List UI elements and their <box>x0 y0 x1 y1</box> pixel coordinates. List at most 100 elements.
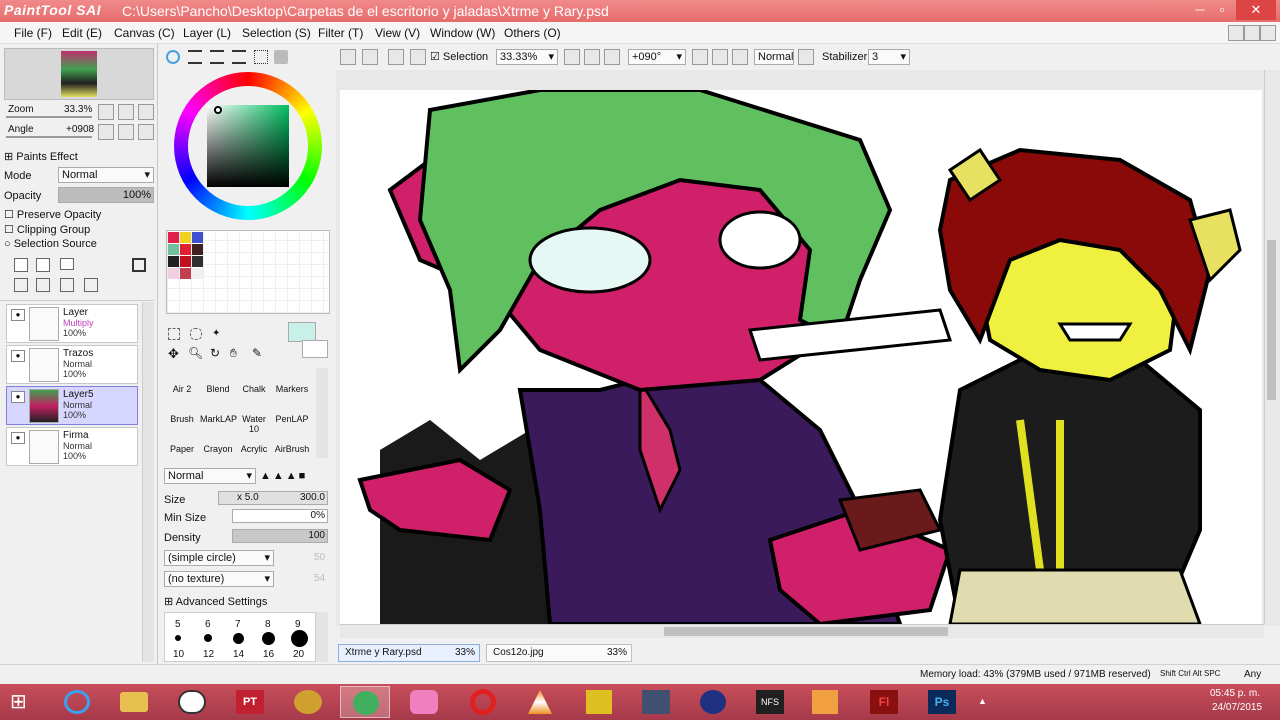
brush-acrylic[interactable]: Acrylic <box>236 444 272 454</box>
merge-down-icon[interactable] <box>36 278 50 292</box>
opera-icon[interactable] <box>470 689 496 715</box>
brush-marklap[interactable]: MarkLAP <box>200 414 237 424</box>
swatches-tab-icon[interactable] <box>254 50 268 64</box>
color-swatch[interactable] <box>180 268 191 279</box>
layer-list-scrollbar[interactable] <box>142 302 154 662</box>
color-swatch[interactable] <box>180 232 191 243</box>
new-layer-icon[interactable] <box>14 258 28 272</box>
texture-select[interactable]: (no texture) ▾ <box>164 571 274 587</box>
eye-icon[interactable]: ● <box>11 391 25 403</box>
zoom-select[interactable]: 33.33% ▾ <box>496 49 558 65</box>
mdi-restore-button[interactable] <box>1244 25 1260 41</box>
maximize-button[interactable]: ▫ <box>1208 0 1236 20</box>
preset-dot[interactable] <box>262 632 275 645</box>
redo-button[interactable] <box>362 49 378 65</box>
color-swatch[interactable] <box>168 232 179 243</box>
brush-shape-buttons[interactable]: ▲▲▲■ <box>260 470 328 484</box>
menu-layer[interactable]: Layer (L) <box>183 26 231 40</box>
drawing-canvas[interactable] <box>340 90 1262 624</box>
video-icon[interactable] <box>812 690 838 714</box>
navigator-preview[interactable] <box>4 48 154 100</box>
min-size-slider[interactable]: 0% <box>232 509 328 523</box>
blend-mode-select[interactable]: Normal ▾ <box>58 167 154 183</box>
archive-icon[interactable] <box>586 690 612 714</box>
brush-water[interactable]: Water 10 <box>236 414 272 434</box>
blend-select[interactable]: Normal <box>754 49 794 65</box>
swatch-grid[interactable] <box>166 230 330 314</box>
advanced-settings-toggle[interactable]: ⊞ Advanced Settings <box>164 595 267 608</box>
layer-item[interactable]: ● Trazos Normal 100% <box>6 345 138 384</box>
hand-tool-icon[interactable]: ✋︎ <box>230 346 237 361</box>
app-icon[interactable] <box>294 690 322 714</box>
eye-icon[interactable]: ● <box>11 350 25 362</box>
rotate-reset-button[interactable] <box>732 49 748 65</box>
new-linework-layer-icon[interactable] <box>36 258 50 272</box>
color-wheel-tab-icon[interactable] <box>166 50 180 64</box>
chat-icon[interactable] <box>178 690 206 714</box>
zoom-fit-button[interactable] <box>604 49 620 65</box>
magic-wand-icon[interactable]: ✦ <box>212 328 224 340</box>
color-swatch[interactable] <box>180 244 191 255</box>
color-swatch[interactable] <box>168 256 179 267</box>
presets-scrollbar[interactable] <box>316 612 328 662</box>
media-icon[interactable] <box>700 690 726 714</box>
size-multiplier[interactable]: x 5.0 <box>237 492 259 503</box>
menu-canvas[interactable]: Canvas (C) <box>114 26 175 40</box>
layer-item[interactable]: ● Layer Multiply 100% <box>6 304 138 343</box>
selection-source-radio[interactable]: ○ Selection Source <box>4 238 97 250</box>
density-slider[interactable]: 100 <box>232 529 328 543</box>
foreground-color-swatch[interactable] <box>288 322 316 342</box>
brush-shape-select[interactable]: (simple circle) ▾ <box>164 550 274 566</box>
zoom-tool-icon[interactable]: 🔍︎ <box>188 346 203 360</box>
brush-size-presets[interactable]: 5 6 7 8 9 10 12 14 16 20 <box>164 612 316 662</box>
rgb-slider-tab-icon[interactable] <box>188 50 202 64</box>
zoom-plus-button[interactable] <box>584 49 600 65</box>
undo-button[interactable] <box>340 49 356 65</box>
canvas-hscrollbar[interactable] <box>340 624 1264 638</box>
clear-layer-icon[interactable] <box>60 278 74 292</box>
selection-checkbox[interactable]: ☑ Selection <box>430 50 488 63</box>
brush-brush[interactable]: Brush <box>164 414 200 424</box>
menu-others[interactable]: Others (O) <box>504 26 561 40</box>
vlc-icon[interactable] <box>528 690 552 714</box>
zoom-in-button[interactable] <box>118 104 134 120</box>
background-color-swatch[interactable] <box>302 340 328 358</box>
scratchpad-tab-icon[interactable] <box>274 50 288 64</box>
brush-air2[interactable]: Air 2 <box>164 384 200 394</box>
eyedropper-icon[interactable]: ✎ <box>252 346 262 360</box>
color-swatch[interactable] <box>192 232 203 243</box>
layer-mask-icon[interactable] <box>132 258 146 272</box>
color-wheel[interactable] <box>174 72 322 220</box>
menu-view[interactable]: View (V) <box>375 26 420 40</box>
heart-app-icon[interactable] <box>410 690 438 714</box>
rotate-tool-icon[interactable]: ↻ <box>210 346 220 360</box>
intermediate-color-tab-icon[interactable] <box>232 50 246 64</box>
copy-layer-icon[interactable] <box>14 278 28 292</box>
move-tool-icon[interactable]: ✥ <box>168 346 179 362</box>
color-swatch[interactable] <box>192 244 203 255</box>
document-tab-active[interactable]: Xtrme y Rary.psd 33% <box>338 644 480 662</box>
brush-grid-scrollbar[interactable] <box>316 368 328 458</box>
preset-dot[interactable] <box>175 635 181 641</box>
vscroll-thumb[interactable] <box>1267 240 1276 400</box>
system-tray-icons[interactable] <box>1000 694 1060 710</box>
menu-filter[interactable]: Filter (T) <box>318 26 363 40</box>
mdi-close-button[interactable] <box>1260 25 1276 41</box>
preset-dot[interactable] <box>204 634 212 642</box>
rotate-left-button[interactable] <box>98 124 114 140</box>
eye-icon[interactable]: ● <box>11 309 25 321</box>
menu-window[interactable]: Window (W) <box>430 26 495 40</box>
rotate-reset-button[interactable] <box>138 124 154 140</box>
color-swatch[interactable] <box>168 268 179 279</box>
windows-start-icon[interactable]: ⊞ <box>10 691 34 713</box>
painttool-icon[interactable]: PT <box>236 690 264 714</box>
flip-button[interactable] <box>798 49 814 65</box>
hscroll-thumb[interactable] <box>664 627 948 636</box>
invert-selection-button[interactable] <box>410 49 426 65</box>
preset-dot[interactable] <box>291 630 308 647</box>
color-swatch[interactable] <box>168 244 179 255</box>
brush-crayon[interactable]: Crayon <box>200 444 236 454</box>
rotate-cw-button[interactable] <box>712 49 728 65</box>
flash-icon[interactable]: Fl <box>870 690 898 714</box>
layer-item-selected[interactable]: ● Layer5 Normal 100% <box>6 386 138 425</box>
